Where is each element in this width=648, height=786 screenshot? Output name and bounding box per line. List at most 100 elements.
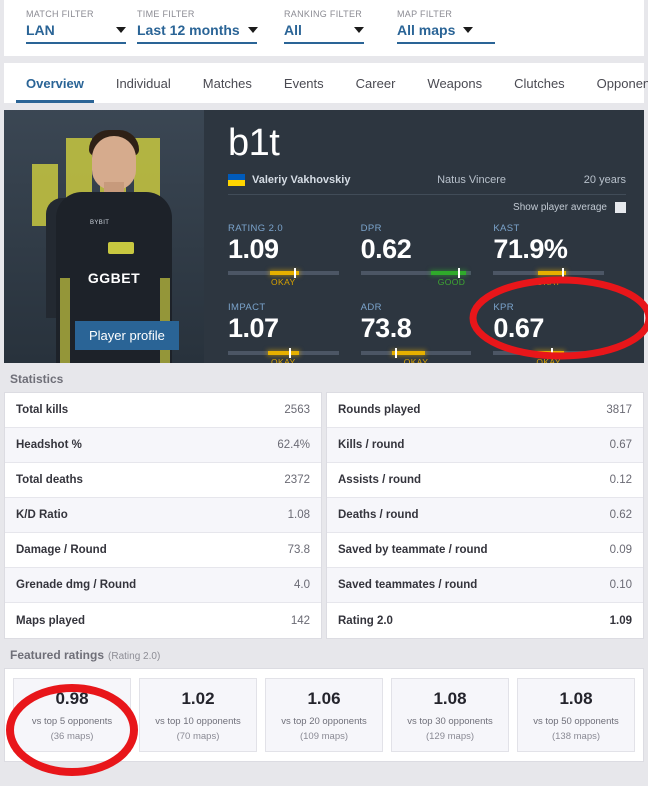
- ranking-filter[interactable]: RANKING FILTER All: [280, 9, 392, 44]
- chevron-down-icon: [354, 27, 364, 33]
- featured-value: 1.02: [181, 689, 215, 708]
- stat-dpr-bar: [360, 268, 472, 279]
- featured-card-top10[interactable]: 1.02 vs top 10 opponents (70 maps): [139, 678, 257, 752]
- row-value: 0.67: [609, 439, 632, 451]
- row-label: Saved by teammate / round: [338, 544, 488, 556]
- stat-kast-value: 71.9%: [493, 234, 568, 264]
- tab-matches[interactable]: Matches: [193, 63, 262, 103]
- stat-kast-grade: OKAY: [536, 277, 561, 288]
- featured-maps: (129 maps): [425, 731, 475, 742]
- row-value: 73.8: [287, 544, 310, 556]
- featured-subtitle-text: (Rating 2.0): [108, 651, 161, 662]
- show-player-average-row[interactable]: Show player average: [228, 202, 626, 213]
- featured-title-text: Featured ratings: [10, 648, 105, 662]
- row-label: Saved teammates / round: [338, 579, 478, 591]
- row-label: Rating 2.0: [338, 614, 393, 627]
- stat-rating20-key: RATING 2.0: [228, 223, 284, 234]
- tab-career-label: Career: [355, 75, 396, 91]
- player-nickname: b1t: [228, 122, 280, 164]
- row-value: 1.08: [287, 509, 310, 521]
- match-filter-control[interactable]: LAN: [26, 22, 126, 44]
- show-player-average-label: Show player average: [513, 202, 607, 213]
- row-label: Kills / round: [338, 439, 405, 451]
- row-label: Damage / Round: [16, 544, 107, 556]
- row-value: 0.12: [609, 474, 632, 486]
- featured-maps: (36 maps): [50, 731, 94, 742]
- show-player-average-checkbox[interactable]: [615, 202, 626, 213]
- stat-impact-value: 1.07: [228, 313, 279, 344]
- featured-label: vs top 50 opponents: [533, 716, 619, 727]
- tab-matches-label: Matches: [202, 75, 252, 91]
- stat-rating20-value: 1.09: [228, 234, 279, 264]
- tab-individual[interactable]: Individual: [106, 63, 181, 103]
- bar-fill: [431, 271, 466, 276]
- featured-maps: (109 maps): [299, 731, 349, 742]
- match-filter[interactable]: MATCH FILTER LAN: [4, 9, 132, 44]
- ukraine-flag-icon: [228, 174, 245, 186]
- tab-events-label: Events: [283, 75, 324, 91]
- jersey-stripe-left: [60, 278, 70, 363]
- table-row: K/D Ratio 1.08: [5, 498, 321, 533]
- featured-label: vs top 20 opponents: [281, 716, 367, 727]
- map-filter-value: All maps: [397, 22, 456, 38]
- row-value: 1.09: [609, 614, 632, 627]
- row-label: Assists / round: [338, 474, 422, 486]
- row-label: Deaths / round: [338, 509, 419, 521]
- row-value: 2563: [284, 404, 310, 416]
- bar-tick: [458, 268, 461, 279]
- tab-opponents-label: Opponents: [596, 75, 648, 91]
- featured-card-top5[interactable]: 0.98 vs top 5 opponents (36 maps): [13, 678, 131, 752]
- stat-impact-grade: OKAY: [271, 356, 296, 363]
- time-filter[interactable]: TIME FILTER Last 12 months: [132, 9, 280, 44]
- featured-maps: (138 maps): [551, 731, 601, 742]
- tab-opponents[interactable]: Opponents: [587, 63, 648, 103]
- tab-events[interactable]: Events: [274, 63, 334, 103]
- stat-rating20-grade: OKAY: [271, 277, 296, 288]
- bar-tick: [294, 268, 297, 279]
- bar-fill: [267, 350, 299, 355]
- tab-career[interactable]: Career: [346, 63, 406, 103]
- featured-ratings-title: Featured ratings (Rating 2.0): [0, 639, 648, 668]
- tab-weapons-label: Weapons: [427, 75, 483, 91]
- table-row: Damage / Round 73.8: [5, 533, 321, 568]
- row-value: 3817: [606, 404, 632, 416]
- ranking-filter-control[interactable]: All: [284, 22, 364, 44]
- featured-card-top20[interactable]: 1.06 vs top 20 opponents (109 maps): [265, 678, 383, 752]
- player-summary-details: b1t Valeriy Vakhovskiy Natus Vincere 20 …: [204, 110, 644, 363]
- table-row: Rating 2.0 1.09: [327, 603, 643, 638]
- player-team-name[interactable]: Natus Vincere: [437, 174, 506, 186]
- player-profile-button[interactable]: Player profile: [75, 321, 179, 350]
- time-filter-label: TIME FILTER: [137, 9, 195, 19]
- map-filter-control[interactable]: All maps: [397, 22, 495, 44]
- stat-kpr-grade: OKAY: [536, 356, 561, 363]
- stat-adr-grade: OKAY: [403, 356, 429, 363]
- chevron-down-icon: [116, 27, 126, 33]
- row-value: 2372: [284, 474, 310, 486]
- player-real-name: Valeriy Vakhovskiy: [252, 174, 351, 186]
- statistics-section-title: Statistics: [0, 363, 648, 392]
- player-meta-row: Valeriy Vakhovskiy Natus Vincere 20 year…: [228, 174, 626, 195]
- featured-card-top30[interactable]: 1.08 vs top 30 opponents (129 maps): [391, 678, 509, 752]
- stat-dpr-key: DPR: [360, 223, 382, 234]
- stat-kast: KAST 71.9% OKAY: [493, 223, 626, 287]
- stat-rating20: RATING 2.0 1.09 OKAY: [228, 223, 361, 287]
- tab-weapons[interactable]: Weapons: [417, 63, 492, 103]
- jersey-sponsor-small: BYBIT: [90, 220, 110, 226]
- tab-clutches[interactable]: Clutches: [504, 63, 575, 103]
- jersey-sponsor-label: GGBET: [87, 270, 141, 286]
- row-label: Rounds played: [338, 404, 421, 416]
- map-filter[interactable]: MAP FILTER All maps: [392, 9, 522, 44]
- table-row: Maps played 142: [5, 603, 321, 638]
- bar-tick: [288, 347, 291, 358]
- time-filter-control[interactable]: Last 12 months: [137, 22, 258, 44]
- ranking-filter-value: All: [284, 22, 302, 38]
- featured-card-top50[interactable]: 1.08 vs top 50 opponents (138 maps): [517, 678, 635, 752]
- match-filter-label: MATCH FILTER: [26, 9, 94, 19]
- tab-overview[interactable]: Overview: [16, 63, 94, 103]
- statistics-right-table: Rounds played 3817 Kills / round 0.67 As…: [326, 392, 644, 639]
- player-stats-page: MATCH FILTER LAN TIME FILTER Last 12 mon…: [0, 0, 648, 786]
- row-value: 142: [290, 614, 310, 627]
- tab-overview-label: Overview: [26, 75, 84, 91]
- stat-impact: IMPACT 1.07 OKAY: [228, 302, 361, 363]
- time-filter-value: Last 12 months: [137, 22, 240, 38]
